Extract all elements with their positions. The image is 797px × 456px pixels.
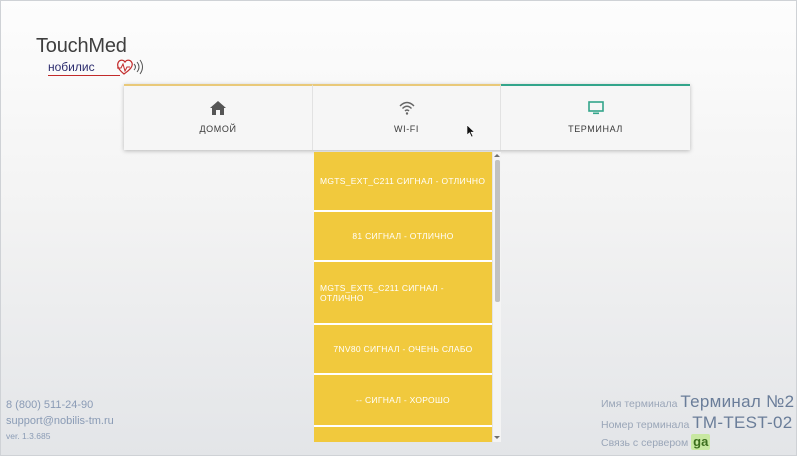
logo: TouchMed нобилис bbox=[36, 35, 166, 79]
terminal-name-row: Имя терминала Терминал №2 bbox=[601, 391, 797, 412]
wifi-network-item[interactable]: HOLOSHIPS СИГНАЛ - ХОРОШО bbox=[314, 427, 492, 442]
scroll-thumb[interactable] bbox=[495, 160, 500, 302]
server-connection-label: Связь с сервером bbox=[601, 437, 689, 449]
app-version: ver. 1.3.685 bbox=[6, 431, 51, 441]
home-icon bbox=[210, 101, 226, 115]
wifi-icon bbox=[399, 101, 414, 115]
server-status-badge: ga bbox=[691, 434, 711, 450]
tab-wifi[interactable]: WI-FI bbox=[313, 84, 501, 150]
terminal-info: Имя терминала Терминал №2 Номер терминал… bbox=[601, 391, 797, 454]
support-info: 8 (800) 511-24-90 support@nobilis-tm.ru … bbox=[6, 397, 114, 443]
support-email: support@nobilis-tm.ru bbox=[6, 415, 114, 427]
monitor-icon bbox=[587, 101, 604, 115]
mouse-cursor-icon bbox=[467, 125, 476, 138]
tab-terminal-label: ТЕРМИНАЛ bbox=[568, 124, 623, 134]
wifi-network-item[interactable]: 81 СИГНАЛ - ОТЛИЧНО bbox=[314, 212, 492, 262]
scroll-up-arrow-icon[interactable] bbox=[494, 154, 500, 157]
tab-home[interactable]: ДОМОЙ bbox=[124, 84, 313, 150]
terminal-number-value: TM-TEST-02 bbox=[692, 413, 793, 432]
heart-pulse-icon bbox=[117, 59, 143, 75]
terminal-name-label: Имя терминала bbox=[601, 398, 678, 410]
logo-underline bbox=[48, 75, 120, 76]
tab-home-label: ДОМОЙ bbox=[199, 124, 237, 134]
server-connection-row: Связь с сервером ga bbox=[601, 433, 797, 454]
wifi-network-items: MGTS_EXT_C211 СИГНАЛ - ОТЛИЧНО 81 СИГНАЛ… bbox=[314, 152, 492, 442]
wifi-network-list[interactable]: MGTS_EXT_C211 СИГНАЛ - ОТЛИЧНО 81 СИГНАЛ… bbox=[314, 152, 501, 442]
wifi-network-item[interactable]: -- СИГНАЛ - ХОРОШО bbox=[314, 375, 492, 427]
main-nav: ДОМОЙ WI-FI ТЕРМИНАЛ bbox=[124, 84, 690, 150]
list-scrollbar[interactable] bbox=[492, 152, 501, 442]
wifi-network-item[interactable]: MGTS_EXT5_C211 СИГНАЛ - ОТЛИЧНО bbox=[314, 262, 492, 325]
wifi-network-item[interactable]: MGTS_EXT_C211 СИГНАЛ - ОТЛИЧНО bbox=[314, 152, 492, 212]
logo-subtitle: нобилис bbox=[48, 60, 95, 74]
scroll-down-arrow-icon[interactable] bbox=[494, 436, 500, 439]
terminal-name-value: Терминал №2 bbox=[680, 392, 795, 411]
wifi-network-item[interactable]: 7NV80 СИГНАЛ - ОЧЕНЬ СЛАБО bbox=[314, 325, 492, 375]
terminal-number-label: Номер терминала bbox=[601, 419, 690, 431]
terminal-number-row: Номер терминала TM-TEST-02 bbox=[601, 412, 797, 433]
support-phone: 8 (800) 511-24-90 bbox=[6, 399, 94, 411]
logo-title: TouchMed bbox=[36, 35, 127, 57]
tab-terminal[interactable]: ТЕРМИНАЛ bbox=[501, 84, 690, 150]
